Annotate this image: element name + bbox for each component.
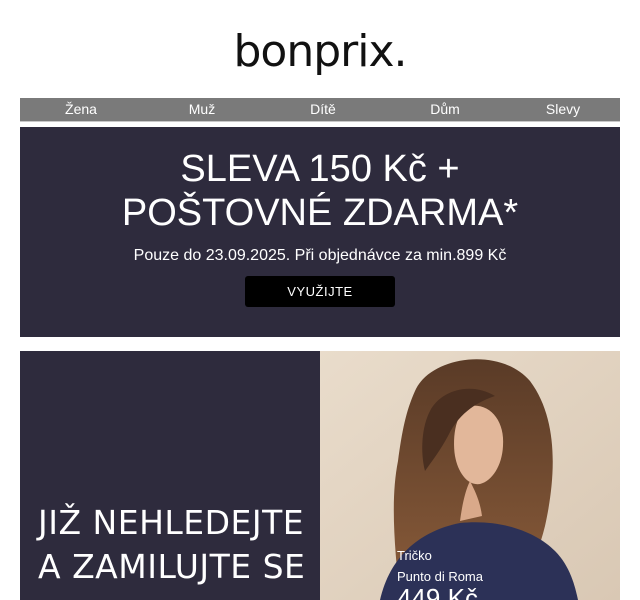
product-price: 449 Kč [397, 583, 478, 600]
nav-item-dite[interactable]: Dítě [310, 98, 336, 121]
bonprix-logo[interactable]: bonprix. [0, 22, 640, 82]
hero-headline-line2: A ZAMILUJTE SE [38, 547, 306, 586]
nav-item-zena[interactable]: Žena [65, 98, 97, 121]
promo-banner[interactable]: SLEVA 150 Kč + POŠTOVNÉ ZDARMA* Pouze do… [20, 127, 620, 337]
main-nav: Žena Muž Dítě Dům Slevy [20, 98, 620, 122]
hero-headline-line1: JIŽ NEHLEDEJTE [38, 503, 305, 542]
promo-headline-line1: SLEVA 150 Kč + [180, 148, 460, 190]
vyuzijte-button[interactable]: VYUŽIJTE [245, 276, 395, 307]
hero-banner[interactable]: JIŽ NEHLEDEJTE A ZAMILUJTE SE Tričko Pun… [20, 351, 620, 600]
nav-item-dum[interactable]: Dům [430, 98, 460, 121]
product-name[interactable]: Tričko Punto di Roma [397, 545, 483, 587]
hero-headline: JIŽ NEHLEDEJTE A ZAMILUJTE SE [38, 501, 328, 589]
product-name-line1: Tričko [397, 548, 432, 563]
promo-subtitle: Pouze do 23.09.2025. Při objednávce za m… [133, 247, 507, 264]
promo-headline-line2: POŠTOVNÉ ZDARMA* [121, 192, 519, 234]
nav-item-muz[interactable]: Muž [189, 98, 215, 121]
nav-item-slevy[interactable]: Slevy [546, 98, 580, 121]
